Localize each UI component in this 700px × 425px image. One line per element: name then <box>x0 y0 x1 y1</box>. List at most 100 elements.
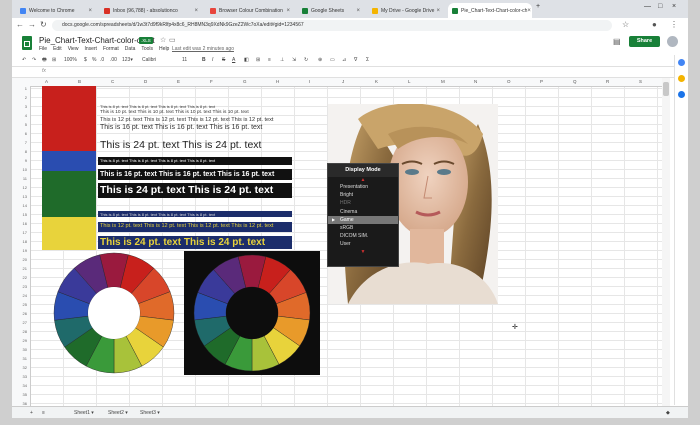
row-header[interactable]: 6 <box>25 131 27 136</box>
close-icon[interactable]: × <box>88 8 92 14</box>
osd-item-hdr[interactable]: HDR <box>328 199 398 207</box>
row-header[interactable]: 5 <box>25 122 27 127</box>
osd-item-dicom[interactable]: DICOM SIM. <box>328 232 398 240</box>
star-icon[interactable]: ☆ <box>160 36 166 44</box>
sheet-tab-2[interactable]: Sheet2 ▾ <box>108 410 128 416</box>
document-title[interactable]: Pie_Chart-Text-Chart-color-chart <box>39 36 155 45</box>
rotate-icon[interactable]: ↻ <box>304 57 308 63</box>
column-header[interactable]: Q <box>573 79 577 84</box>
fill-color-icon[interactable]: ◧ <box>244 57 249 63</box>
menu-tools[interactable]: Tools <box>141 46 153 52</box>
row-header[interactable]: 1 <box>25 86 27 91</box>
row-header[interactable]: 8 <box>25 149 27 154</box>
filter-icon[interactable]: ∇ <box>354 57 357 63</box>
row-header[interactable]: 24 <box>23 293 27 298</box>
close-icon[interactable]: × <box>356 8 360 14</box>
column-header[interactable]: P <box>540 79 543 84</box>
column-header[interactable]: D <box>144 79 147 84</box>
reload-icon[interactable]: ↻ <box>40 20 47 29</box>
minimize-icon[interactable]: — <box>644 3 651 10</box>
row-header[interactable]: 12 <box>23 185 27 190</box>
column-header[interactable]: I <box>309 79 310 84</box>
row-header[interactable]: 32 <box>23 365 27 370</box>
redo-icon[interactable]: ↷ <box>32 57 36 63</box>
row-header[interactable]: 13 <box>23 194 27 199</box>
browser-tab-3[interactable]: Google Sheets × <box>298 3 364 18</box>
formula-bar[interactable]: fx <box>12 67 688 78</box>
column-header[interactable]: J <box>342 79 344 84</box>
column-header[interactable]: F <box>210 79 213 84</box>
row-header[interactable]: 7 <box>25 140 27 145</box>
row-header[interactable]: 18 <box>23 239 27 244</box>
all-sheets-button[interactable]: ≡ <box>42 410 45 416</box>
row-header[interactable]: 4 <box>25 113 27 118</box>
align-icon[interactable]: ≡ <box>268 57 271 63</box>
row-header[interactable]: 16 <box>23 221 27 226</box>
maximize-icon[interactable]: □ <box>658 3 662 10</box>
browser-tab-4[interactable]: My Drive - Google Drive × <box>368 3 444 18</box>
browser-tab-1[interactable]: Inbox (96,788) - absolutionco × <box>100 3 202 18</box>
column-header[interactable]: H <box>276 79 279 84</box>
osd-item-game[interactable]: Game <box>328 215 398 224</box>
row-header[interactable]: 15 <box>23 212 27 217</box>
link-icon[interactable]: ⊕ <box>318 57 322 63</box>
osd-item-srgb[interactable]: sRGB <box>328 224 398 232</box>
column-header[interactable]: A <box>45 79 48 84</box>
text-color-button[interactable]: A <box>232 57 235 63</box>
row-header[interactable]: 35 <box>23 392 27 397</box>
osd-item-presentation[interactable]: Presentation <box>328 183 398 191</box>
strikethrough-button[interactable]: S <box>222 57 225 63</box>
row-header[interactable]: 31 <box>23 356 27 361</box>
bold-button[interactable]: B <box>202 57 206 63</box>
percent-button[interactable]: % <box>92 57 96 63</box>
comment-icon[interactable]: ▤ <box>613 37 621 46</box>
osd-item-cinema[interactable]: Cinema <box>328 208 398 216</box>
currency-button[interactable]: $ <box>84 57 87 63</box>
row-header[interactable]: 19 <box>23 248 27 253</box>
osd-item-user[interactable]: User <box>328 240 398 248</box>
scroll-thumb[interactable] <box>663 82 669 96</box>
row-header[interactable]: 30 <box>23 347 27 352</box>
menu-format[interactable]: Format <box>103 46 119 52</box>
browser-tab-2[interactable]: Browser Colour Combination × <box>206 3 294 18</box>
column-header[interactable]: K <box>375 79 378 84</box>
row-header[interactable]: 3 <box>25 104 27 109</box>
close-icon[interactable]: × <box>286 8 290 14</box>
url-input[interactable]: docs.google.com/spreadsheets/d/1w3t7d9f9… <box>52 20 612 31</box>
row-header[interactable]: 33 <box>23 374 27 379</box>
osd-item-bright[interactable]: Bright <box>328 191 398 199</box>
column-header[interactable]: B <box>78 79 81 84</box>
row-header[interactable]: 2 <box>25 95 27 100</box>
browser-tab-0[interactable]: Welcome to Chrome × <box>16 3 96 18</box>
close-window-icon[interactable]: × <box>672 3 676 10</box>
menu-help[interactable]: Help <box>159 46 169 52</box>
row-header[interactable]: 23 <box>23 284 27 289</box>
scroll-down-icon[interactable]: ▼ <box>328 249 398 255</box>
comment-add-icon[interactable]: ▭ <box>330 57 335 63</box>
menu-data[interactable]: Data <box>125 46 136 52</box>
menu-insert[interactable]: Insert <box>84 46 97 52</box>
profile-icon[interactable]: ● <box>652 20 657 29</box>
row-header[interactable]: 20 <box>23 257 27 262</box>
last-edit-link[interactable]: Last edit was 2 minutes ago <box>172 46 234 52</box>
borders-icon[interactable]: ⊞ <box>256 57 260 63</box>
row-header[interactable]: 11 <box>23 176 27 181</box>
browser-menu-icon[interactable]: ⋮ <box>670 20 678 29</box>
row-header[interactable]: 9 <box>25 158 27 163</box>
keep-icon[interactable] <box>678 75 685 82</box>
row-header[interactable]: 26 <box>23 311 27 316</box>
menu-edit[interactable]: Edit <box>53 46 62 52</box>
column-header[interactable]: E <box>177 79 180 84</box>
paint-format-icon[interactable]: ⊞ <box>52 57 56 63</box>
explore-icon[interactable]: ◆ <box>666 410 670 416</box>
avatar[interactable] <box>667 36 678 47</box>
share-button[interactable]: Share <box>629 36 660 47</box>
row-header[interactable]: 29 <box>23 338 27 343</box>
italic-button[interactable]: I <box>212 57 213 63</box>
column-header[interactable]: L <box>408 79 411 84</box>
sheet-tab-1[interactable]: Sheet1 ▾ <box>74 410 94 416</box>
functions-icon[interactable]: Σ <box>366 57 369 63</box>
close-icon[interactable]: × <box>436 8 440 14</box>
wrap-icon[interactable]: ⇲ <box>292 57 296 63</box>
calendar-icon[interactable] <box>678 59 685 66</box>
